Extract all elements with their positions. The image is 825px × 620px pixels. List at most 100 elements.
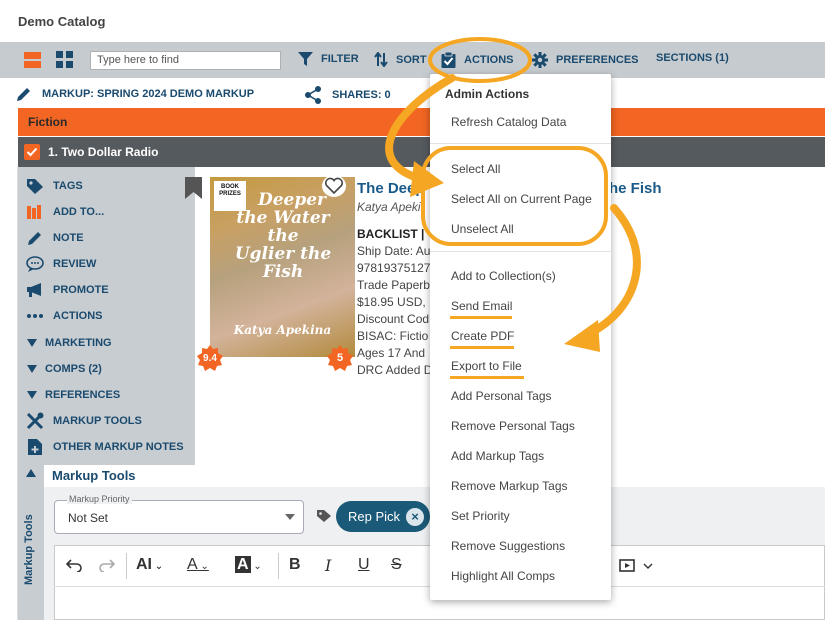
side-item-label: NOTE bbox=[53, 232, 84, 244]
menu-item-unselect-all[interactable]: Unselect All bbox=[451, 222, 514, 236]
chip-label: Rep Pick bbox=[348, 509, 401, 524]
side-item-add-to[interactable]: ADD TO... bbox=[26, 203, 104, 221]
italic-icon[interactable]: I bbox=[325, 556, 331, 575]
markup-priority-select[interactable]: Markup Priority Not Set bbox=[54, 494, 304, 534]
heart-icon bbox=[324, 177, 344, 195]
sections-button[interactable]: SECTIONS (1) bbox=[656, 52, 729, 64]
menu-item-create-pdf[interactable]: Create PDF bbox=[451, 329, 514, 343]
rating-badge-text: 5 bbox=[337, 352, 343, 364]
publisher-header[interactable]: 1. Two Dollar Radio bbox=[18, 137, 825, 167]
book-cover[interactable]: BOOK PRIZES Deeper the Water the Uglier … bbox=[210, 177, 355, 357]
list-view-icon[interactable] bbox=[24, 51, 42, 69]
menu-divider bbox=[430, 251, 611, 252]
pencil-icon bbox=[17, 88, 30, 101]
speech-bubble-icon bbox=[26, 255, 44, 273]
menu-item-add-to-collection[interactable]: Add to Collection(s) bbox=[451, 269, 556, 283]
grid-view-icon[interactable] bbox=[56, 51, 74, 69]
menu-item-remove-markup-tags[interactable]: Remove Markup Tags bbox=[451, 479, 568, 493]
underline-icon[interactable]: U bbox=[358, 556, 370, 574]
side-item-label: REVIEW bbox=[53, 258, 97, 270]
annotation-underline bbox=[450, 316, 512, 319]
side-item-label: ADD TO... bbox=[53, 206, 105, 218]
side-item-label: REFERENCES bbox=[45, 389, 121, 401]
actions-label: ACTIONS bbox=[464, 54, 514, 66]
books-icon bbox=[26, 203, 44, 221]
menu-item-select-all-page[interactable]: Select All on Current Page bbox=[451, 192, 592, 206]
font-size-icon[interactable]: AI ⌄ bbox=[136, 556, 163, 574]
annotation-underline bbox=[450, 346, 514, 349]
filter-button[interactable]: FILTER bbox=[298, 52, 359, 66]
menu-item-add-markup-tags[interactable]: Add Markup Tags bbox=[451, 449, 544, 463]
filter-label: FILTER bbox=[321, 53, 359, 65]
search-input[interactable]: Type here to find bbox=[90, 51, 281, 70]
redo-icon[interactable] bbox=[98, 558, 116, 572]
side-item-promote[interactable]: PROMOTE bbox=[26, 281, 109, 299]
cover-title-line: the Water the bbox=[236, 208, 330, 246]
close-icon[interactable]: × bbox=[406, 508, 424, 526]
caret-down-icon bbox=[26, 386, 38, 404]
app-title: Demo Catalog bbox=[18, 14, 106, 29]
add-document-icon bbox=[26, 438, 44, 456]
chevron-down-icon[interactable] bbox=[643, 563, 653, 569]
side-item-marketing[interactable]: MARKETING bbox=[26, 334, 112, 352]
menu-item-send-email[interactable]: Send Email bbox=[451, 299, 512, 313]
markup-tools-strip[interactable]: Markup Tools bbox=[18, 465, 44, 620]
markup-selector[interactable]: MARKUP: SPRING 2024 DEMO MARKUP bbox=[16, 86, 254, 102]
strikethrough-icon[interactable]: S bbox=[391, 556, 402, 574]
side-item-comps[interactable]: COMPS (2) bbox=[26, 360, 102, 378]
menu-item-highlight-all-comps[interactable]: Highlight All Comps bbox=[451, 569, 555, 583]
book-drc: DRC Added D bbox=[357, 363, 433, 377]
side-item-actions[interactable]: ACTIONS bbox=[26, 307, 103, 325]
pencil-icon bbox=[26, 229, 44, 247]
menu-item-export-to-file[interactable]: Export to File bbox=[451, 359, 522, 373]
side-item-markup-tools[interactable]: MARKUP TOOLS bbox=[26, 412, 142, 430]
actions-button[interactable]: ACTIONS bbox=[441, 52, 514, 68]
menu-item-remove-personal-tags[interactable]: Remove Personal Tags bbox=[451, 419, 575, 433]
book-bisac: BISAC: Fictio bbox=[357, 329, 429, 343]
bold-icon[interactable]: B bbox=[289, 556, 301, 574]
menu-item-set-priority[interactable]: Set Priority bbox=[451, 509, 510, 523]
cover-title: Deeper the Water the Uglier the Fish bbox=[218, 191, 348, 281]
side-item-note[interactable]: NOTE bbox=[26, 229, 84, 247]
side-item-label: COMPS (2) bbox=[45, 363, 102, 375]
section-header[interactable]: Fiction bbox=[18, 108, 825, 136]
highlight-color-icon[interactable]: A ⌄ bbox=[235, 556, 262, 574]
book-title-right[interactable]: he Fish bbox=[609, 180, 662, 197]
menu-divider bbox=[430, 143, 611, 144]
menu-item-refresh-catalog[interactable]: Refresh Catalog Data bbox=[451, 115, 566, 129]
rep-pick-chip[interactable]: Rep Pick × bbox=[336, 501, 430, 532]
shares-button[interactable]: SHARES: 0 bbox=[304, 86, 391, 104]
caret-up-icon[interactable] bbox=[26, 469, 36, 477]
toolbar-divider bbox=[278, 553, 279, 579]
side-item-tags[interactable]: TAGS bbox=[26, 177, 83, 195]
checkbox-checked-icon[interactable] bbox=[24, 144, 40, 160]
bookmark-icon[interactable] bbox=[184, 176, 204, 200]
undo-icon[interactable] bbox=[65, 558, 83, 572]
menu-item-add-personal-tags[interactable]: Add Personal Tags bbox=[451, 389, 552, 403]
book-ship-date: Ship Date: Au bbox=[357, 244, 431, 258]
book-title-left[interactable]: The Deep bbox=[357, 180, 425, 197]
filter-icon bbox=[298, 52, 313, 66]
side-item-references[interactable]: REFERENCES bbox=[26, 386, 120, 404]
menu-item-select-all[interactable]: Select All bbox=[451, 162, 500, 176]
side-item-other-notes[interactable]: OTHER MARKUP NOTES bbox=[26, 438, 184, 456]
video-embed-icon[interactable] bbox=[619, 559, 635, 572]
cover-title-line: Fish bbox=[262, 262, 304, 282]
sections-label: SECTIONS (1) bbox=[656, 52, 729, 64]
sort-label: SORT bbox=[396, 53, 427, 66]
side-item-review[interactable]: REVIEW bbox=[26, 255, 96, 273]
cover-author: Katya Apekina bbox=[233, 323, 332, 337]
book-author[interactable]: Katya Apeki bbox=[357, 200, 421, 214]
share-icon bbox=[305, 86, 321, 104]
publisher-label: 1. Two Dollar Radio bbox=[48, 145, 159, 159]
sort-icon bbox=[374, 52, 388, 67]
markup-tools-heading: Markup Tools bbox=[52, 468, 136, 483]
caret-down-icon bbox=[26, 334, 38, 352]
font-color-icon[interactable]: A ⌄ bbox=[187, 556, 209, 574]
preferences-button[interactable]: PREFERENCES bbox=[532, 52, 639, 68]
sort-button[interactable]: SORT bbox=[374, 52, 427, 67]
favorite-button[interactable] bbox=[322, 175, 346, 197]
menu-item-remove-suggestions[interactable]: Remove Suggestions bbox=[451, 539, 565, 553]
side-item-label: OTHER MARKUP NOTES bbox=[53, 441, 184, 453]
book-isbn: 97819375127 bbox=[357, 261, 431, 275]
